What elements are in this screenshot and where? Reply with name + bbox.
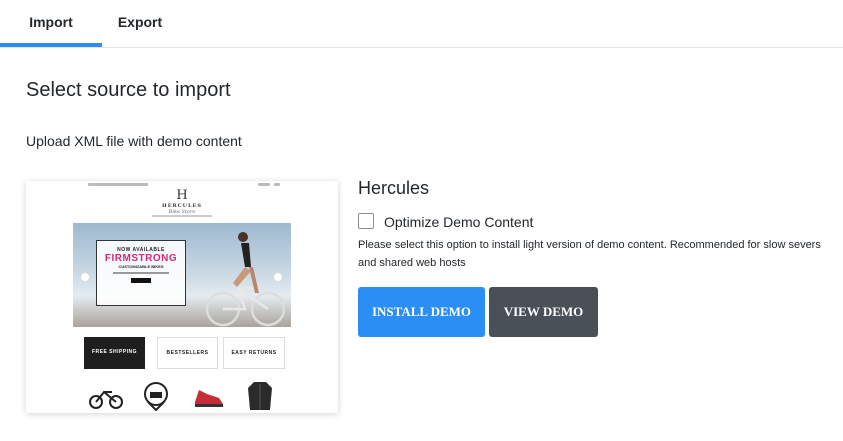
optimize-description: Please select this option to install lig… [358, 239, 821, 269]
demo-preview-image: H HERCULES Bike Store NOW AVAILABLE FIRM… [26, 181, 338, 413]
preview-feature: FREE SHIPPING [84, 337, 145, 369]
preview-logo: H HERCULES Bike Store [162, 188, 202, 215]
view-demo-button[interactable]: VIEW DEMO [489, 287, 598, 337]
helmet-icon [144, 382, 168, 412]
preview-hero: NOW AVAILABLE FIRMSTRONG CUSTOMIZABLE BI… [73, 223, 291, 327]
page-subtitle: Upload XML file with demo content [26, 133, 242, 149]
preview-right-arrow [274, 273, 282, 281]
optimize-demo-label[interactable]: Optimize Demo Content [384, 213, 533, 231]
bike-icon [89, 390, 123, 409]
preview-nav [152, 215, 212, 217]
tab-import[interactable]: Import [0, 0, 102, 46]
active-tab-indicator [0, 43, 102, 47]
shoe-icon [195, 390, 223, 407]
preview-left-arrow [81, 273, 89, 281]
jacket-icon [248, 382, 272, 410]
tab-export[interactable]: Export [102, 0, 178, 46]
preview-feature: BESTSELLERS [157, 337, 218, 369]
preview-cyclist-image [205, 232, 286, 327]
tab-bar: Import Export [0, 0, 843, 48]
preview-feature: EASY RETURNS [223, 337, 285, 369]
install-demo-button[interactable]: INSTALL DEMO [358, 287, 485, 337]
demo-title: Hercules [358, 178, 430, 198]
optimize-demo-checkbox[interactable] [358, 213, 374, 229]
page-title: Select source to import [26, 79, 231, 101]
